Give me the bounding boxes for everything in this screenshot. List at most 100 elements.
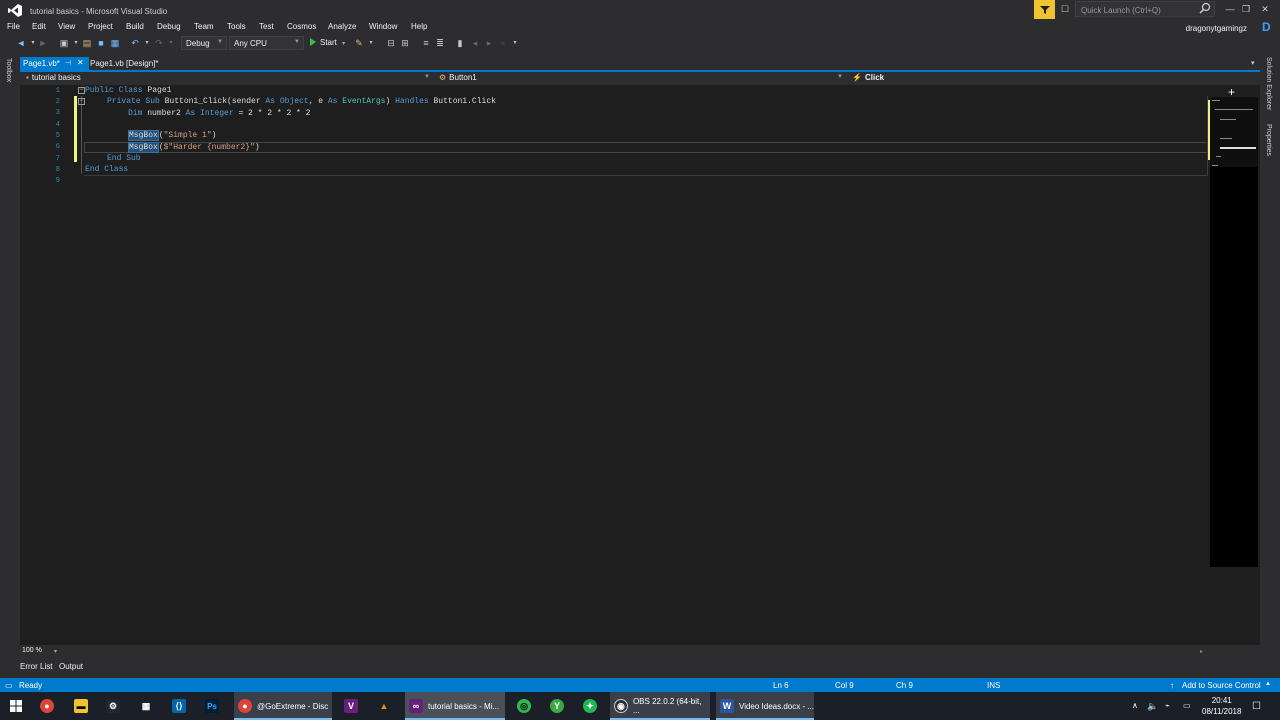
save-all-icon[interactable]: ▦ [110, 38, 120, 48]
minimize-button[interactable]: — [1222, 2, 1238, 16]
solution-explorer-icon[interactable]: ▣ [59, 38, 69, 48]
taskbar-vs-launcher[interactable]: V [344, 692, 364, 720]
zoom-level[interactable]: 100 % [22, 647, 42, 654]
minimap[interactable] [1210, 97, 1258, 567]
step-into-icon[interactable]: ⊟ [386, 38, 396, 48]
taskbar-explorer[interactable]: ▬ [74, 692, 94, 720]
notification-filter-button[interactable] [1034, 0, 1055, 19]
toolbar-options-icon[interactable]: ▾ [510, 38, 520, 48]
code-line-5[interactable]: MsgBox("Simple 1") [128, 130, 216, 141]
system-clock[interactable]: 20:41 08/11/2018 [1202, 695, 1241, 717]
chevron-up-icon[interactable]: ▲ [1265, 681, 1271, 687]
tab-page1-vb[interactable]: Page1.vb* ⊣ ✕ [20, 57, 89, 71]
find-dropdown-icon[interactable]: ▾ [366, 38, 376, 48]
menu-view[interactable]: View [58, 22, 75, 31]
find-in-files-icon[interactable]: ✎ [354, 38, 364, 48]
forward-navigate-icon[interactable]: ► [38, 38, 48, 48]
quick-launch-input[interactable]: Quick Launch (Ctrl+Q) [1075, 1, 1215, 17]
tab-overflow-icon[interactable]: ▾ [1251, 59, 1255, 67]
code-line-6[interactable]: MsgBox($"Harder {number2}") [128, 142, 260, 153]
menu-debug[interactable]: Debug [157, 22, 181, 31]
menu-help[interactable]: Help [411, 22, 427, 31]
project-dropdown[interactable]: ▪ tutorial basics ▼ [22, 72, 434, 84]
collapse-sub-icon[interactable]: − [78, 98, 85, 105]
prev-bookmark-icon[interactable]: ◂ [470, 38, 480, 48]
properties-tab[interactable]: Properties [1265, 124, 1272, 156]
scroll-right-icon[interactable]: ▸ [1200, 648, 1203, 655]
tab-page1-design[interactable]: Page1.vb [Design]* [90, 59, 159, 68]
collapse-class-icon[interactable]: − [78, 87, 85, 94]
object-dropdown[interactable]: ⚙ Button1 ▼ [435, 72, 847, 84]
notifications-icon[interactable]: ☐ [1252, 701, 1261, 712]
menu-analyze[interactable]: Analyze [328, 22, 356, 31]
taskbar-steam[interactable]: ⚙ [106, 692, 126, 720]
code-line-1[interactable]: Public Class Page1 [85, 86, 171, 95]
chevron-down-icon[interactable]: ▾ [54, 648, 57, 655]
undo-icon[interactable]: ↶ [130, 38, 140, 48]
menu-file[interactable]: File [7, 22, 20, 31]
taskbar-vlc[interactable]: ▲ [377, 692, 397, 720]
redo-dropdown-icon[interactable]: ▾ [166, 38, 176, 48]
close-tab-icon[interactable]: ✕ [77, 58, 84, 67]
solution-platform-select[interactable]: Any CPU ▼ [229, 36, 304, 50]
menu-test[interactable]: Test [259, 22, 274, 31]
taskbar-vscode[interactable]: ⟨⟩ [172, 692, 192, 720]
taskbar-app-green[interactable]: ◎ [517, 692, 537, 720]
search-icon[interactable] [1199, 2, 1211, 14]
taskbar-app-green3[interactable]: ✦ [583, 692, 603, 720]
save-icon[interactable]: ■ [96, 38, 106, 48]
menu-team[interactable]: Team [194, 22, 214, 31]
word-icon: W [720, 699, 734, 713]
back-navigate-icon[interactable]: ◄ [16, 38, 26, 48]
volume-icon[interactable]: 🔈 [1147, 701, 1158, 712]
menu-tools[interactable]: Tools [227, 22, 246, 31]
next-bookmark-icon[interactable]: ▸ [484, 38, 494, 48]
event-dropdown[interactable]: ⚡ Click [848, 72, 1258, 84]
taskbar-photoshop[interactable]: Ps [205, 692, 225, 720]
keyboard-icon[interactable]: ▭ [1183, 701, 1191, 710]
open-file-icon[interactable]: ▤ [82, 38, 92, 48]
taskbar-obs[interactable]: ◉ OBS 22.0.2 (64-bit, ... [610, 692, 710, 720]
comment-out-icon[interactable]: ≡ [421, 38, 431, 48]
taskbar-word[interactable]: W Video Ideas.docx - ... [716, 692, 814, 720]
taskbar-discord[interactable]: ● @GoExtreme - Disc [234, 692, 332, 720]
network-icon[interactable]: ⌁ [1165, 701, 1170, 710]
step-over-icon[interactable]: ⊞ [400, 38, 410, 48]
code-line-7[interactable]: End Sub [107, 154, 141, 163]
new-project-dropdown-icon[interactable]: ▾ [71, 38, 81, 48]
code-line-8[interactable]: End Class [85, 165, 128, 174]
taskbar-visual-studio[interactable]: ∞ tutorial basics - Mi... [405, 692, 505, 720]
solution-explorer-tab[interactable]: Solution Explorer [1265, 57, 1272, 110]
tab-output[interactable]: Output [59, 662, 83, 671]
back-dropdown-icon[interactable]: ▾ [28, 38, 38, 48]
restore-button[interactable]: ❐ [1238, 2, 1254, 16]
toolbox-tab[interactable]: Toolbox [5, 58, 12, 82]
redo-icon[interactable]: ↷ [154, 38, 164, 48]
feedback-icon[interactable]: ☐ [1061, 4, 1073, 15]
taskbar-chrome[interactable]: ● [40, 692, 60, 720]
uncomment-icon[interactable]: ≣ [435, 38, 445, 48]
menu-project[interactable]: Project [88, 22, 113, 31]
menu-cosmos[interactable]: Cosmos [287, 22, 316, 31]
taskbar-app-green2[interactable]: Y [550, 692, 570, 720]
start-button[interactable] [4, 692, 28, 720]
start-debugging-button[interactable]: Start ▾ [310, 38, 345, 47]
undo-dropdown-icon[interactable]: ▾ [142, 38, 152, 48]
pin-icon[interactable]: ⊣ [65, 59, 71, 67]
menu-build[interactable]: Build [126, 22, 144, 31]
code-line-2[interactable]: Private Sub Button1_Click(sender As Obje… [107, 97, 496, 106]
add-to-source-control-button[interactable]: Add to Source Control [1182, 681, 1261, 690]
menu-window[interactable]: Window [369, 22, 397, 31]
show-hidden-icons[interactable]: ∧ [1132, 701, 1138, 710]
menu-edit[interactable]: Edit [32, 22, 46, 31]
user-name[interactable]: dragonytgamingz [1186, 24, 1247, 33]
solution-configuration-select[interactable]: Debug ▼ [181, 36, 227, 50]
bookmark-icon[interactable]: ▮ [455, 38, 465, 48]
taskbar-store[interactable]: ▦ [139, 692, 159, 720]
close-button[interactable]: ✕ [1257, 2, 1273, 16]
tab-error-list[interactable]: Error List [20, 662, 52, 671]
code-line-3[interactable]: Dim number2 As Integer = 2 * 2 * 2 * 2 [128, 109, 310, 118]
user-avatar[interactable]: D [1262, 20, 1276, 34]
horizontal-scrollbar[interactable] [20, 645, 1210, 657]
clear-bookmarks-icon[interactable]: ▫ [498, 38, 508, 48]
